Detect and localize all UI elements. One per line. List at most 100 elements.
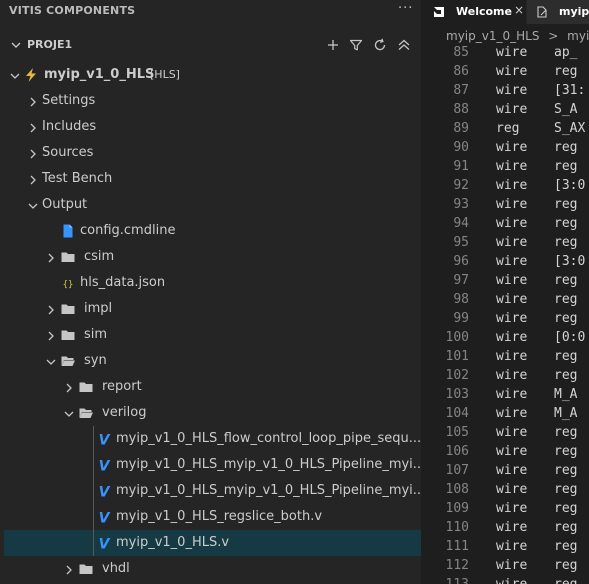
tree-item[interactable]: Output (4, 192, 421, 218)
line-number: 96 (453, 254, 469, 269)
tree-item[interactable]: Vmyip_v1_0_HLS_flow_control_loop_pipe_se… (4, 426, 421, 452)
tree-item[interactable]: sim (4, 322, 421, 348)
code-line[interactable]: 96 wire [3:0 (424, 253, 589, 272)
chevron-right-icon[interactable] (26, 120, 40, 134)
code-line[interactable]: 88 wire S_A (424, 101, 589, 120)
folder-icon (60, 327, 76, 343)
chevron-down-icon[interactable] (44, 354, 58, 368)
line-number: 98 (453, 292, 469, 307)
code-line[interactable]: 113 wire reg (424, 576, 589, 584)
chevron-down-icon[interactable] (26, 198, 40, 212)
svg-text:V: V (99, 459, 111, 474)
chevron-down-icon[interactable] (8, 68, 22, 82)
tree-item[interactable]: impl (4, 296, 421, 322)
code-line[interactable]: 95 wire reg (424, 234, 589, 253)
code-text: M_A (554, 387, 578, 402)
tree-item[interactable]: Vmyip_v1_0_HLS.v (4, 530, 421, 556)
code-line[interactable]: 87 wire [31: (424, 82, 589, 101)
code-line[interactable]: 99 wire reg (424, 310, 589, 329)
code-line[interactable]: 107 wire reg (424, 462, 589, 481)
code-line[interactable]: 100 wire [0:0 (424, 329, 589, 348)
code-line[interactable]: 112 wire reg (424, 557, 589, 576)
code-line[interactable]: 97 wire reg (424, 272, 589, 291)
folder-open-icon (60, 353, 76, 369)
tree-item[interactable]: Settings (4, 88, 421, 114)
code-line[interactable]: 89 reg S_AX (424, 120, 589, 139)
code-line[interactable]: 102 wire reg (424, 367, 589, 386)
code-line[interactable]: 106 wire reg (424, 443, 589, 462)
tree-item[interactable]: csim (4, 244, 421, 270)
code-line[interactable]: 98 wire reg (424, 291, 589, 310)
tree-item[interactable]: report (4, 374, 421, 400)
code-line[interactable]: 109 wire reg (424, 500, 589, 519)
breadcrumb-next[interactable]: myip (567, 29, 589, 43)
chevron-right-icon[interactable] (44, 250, 58, 264)
svg-text:V: V (99, 433, 111, 448)
tree-item[interactable]: Test Bench (4, 166, 421, 192)
panel-header: VITIS COMPONENTS ··· (0, 0, 421, 22)
refresh-icon[interactable] (372, 37, 388, 53)
code-line[interactable]: 103 wire M_A (424, 386, 589, 405)
code-keyword: wire (496, 216, 528, 231)
code-line[interactable]: 104 wire M_A (424, 405, 589, 424)
code-line[interactable]: 108 wire reg (424, 481, 589, 500)
close-icon[interactable]: × (514, 3, 524, 17)
tree-item[interactable]: verilog (4, 400, 421, 426)
code-line[interactable]: 94 wire reg (424, 215, 589, 234)
code-line[interactable]: 93 wire reg (424, 196, 589, 215)
code-line[interactable]: 91 wire reg (424, 158, 589, 177)
tree-item-label: myip_v1_0_HLS_flow_control_loop_pipe_seq… (116, 431, 421, 446)
tab-welcome[interactable]: Welcome × (424, 0, 526, 24)
tree-item-label: myip_v1_0_HLS_regslice_both.v (116, 509, 323, 524)
lightning-icon (23, 67, 39, 83)
chevron-right-icon[interactable] (62, 562, 76, 576)
code-keyword: wire (496, 140, 528, 155)
chevron-down-icon[interactable] (62, 406, 76, 420)
tree-item[interactable]: config.cmdline (4, 218, 421, 244)
code-keyword: wire (496, 292, 528, 307)
tree-item[interactable]: Sources (4, 140, 421, 166)
chevron-right-icon[interactable] (44, 328, 58, 342)
line-number: 95 (453, 235, 469, 250)
chevron-down-icon[interactable] (9, 38, 23, 52)
breadcrumb[interactable]: myip_v1_0_HLS > myip (446, 29, 589, 43)
more-actions-icon[interactable]: ··· (398, 1, 413, 16)
code-line[interactable]: 111 wire reg (424, 538, 589, 557)
line-number: 113 (446, 577, 469, 584)
code-line[interactable]: 105 wire reg (424, 424, 589, 443)
code-line[interactable]: 110 wire reg (424, 519, 589, 538)
chevron-right-icon[interactable] (62, 380, 76, 394)
collapse-all-icon[interactable] (396, 37, 412, 53)
tree-item[interactable]: Vmyip_v1_0_HLS_myip_v1_0_HLS_Pipeline_my… (4, 452, 421, 478)
tab-myip[interactable]: myip_ (527, 0, 589, 24)
code-keyword: wire (496, 102, 528, 117)
breadcrumb-file[interactable]: myip_v1_0_HLS (446, 29, 539, 43)
filter-icon[interactable] (348, 37, 364, 53)
code-line[interactable]: 86 wire reg (424, 63, 589, 82)
code-line[interactable]: 85 wire ap_ (424, 44, 589, 63)
chevron-right-icon[interactable] (44, 302, 58, 316)
tree-item[interactable]: vhdl (4, 556, 421, 582)
tree-item[interactable]: Vmyip_v1_0_HLS_myip_v1_0_HLS_Pipeline_my… (4, 478, 421, 504)
code-keyword: wire (496, 45, 528, 60)
chevron-right-icon[interactable] (26, 172, 40, 186)
chevron-right-icon[interactable] (26, 146, 40, 160)
tree-item[interactable]: myip_v1_0_HLS [HLS] (4, 62, 421, 88)
code-text: reg (554, 197, 578, 212)
code-line[interactable]: 101 wire reg (424, 348, 589, 367)
code-keyword: wire (496, 520, 528, 535)
code-line[interactable]: 90 wire reg (424, 139, 589, 158)
tree-item[interactable]: {} hls_data.json (4, 270, 421, 296)
code-text: [0:0 (554, 330, 586, 345)
tree-item-label: myip_v1_0_HLS.v (116, 535, 230, 550)
code-keyword: wire (496, 444, 528, 459)
tree-item[interactable]: Includes (4, 114, 421, 140)
tree-item[interactable]: Vmyip_v1_0_HLS_regslice_both.v (4, 504, 421, 530)
add-icon[interactable] (325, 37, 341, 53)
code-text: reg (554, 349, 578, 364)
code-text: [3:0 (554, 254, 586, 269)
project-section-header[interactable]: PROJE1 (0, 33, 421, 57)
tree-item[interactable]: syn (4, 348, 421, 374)
chevron-right-icon[interactable] (26, 94, 40, 108)
code-line[interactable]: 92 wire [3:0 (424, 177, 589, 196)
